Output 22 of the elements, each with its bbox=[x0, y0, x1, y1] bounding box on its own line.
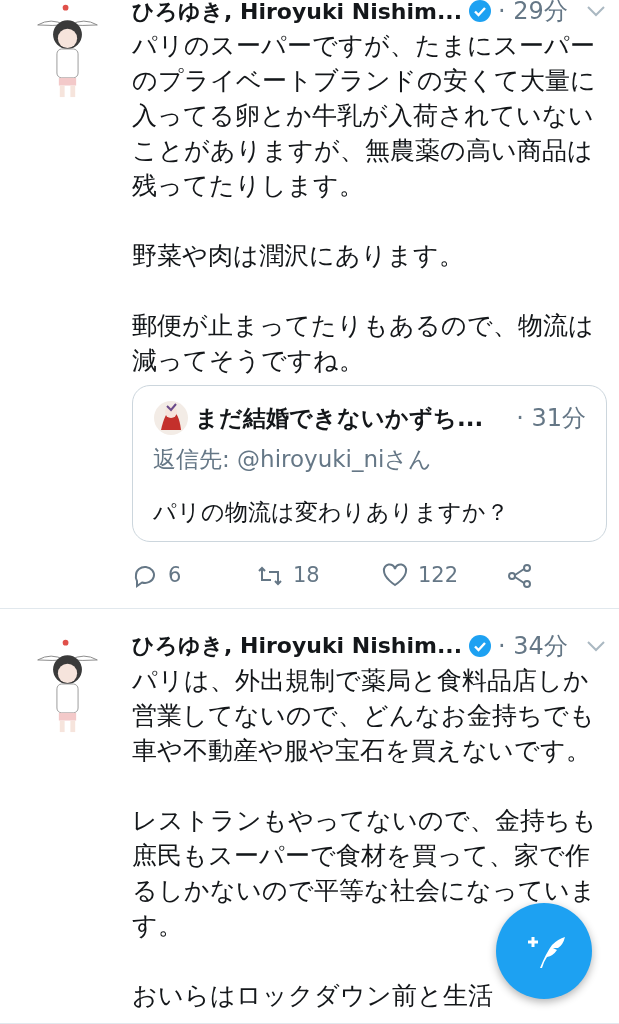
reply-to-text: 返信先: @hiroyuki_niさん bbox=[153, 445, 434, 474]
retweet-button[interactable]: 18 bbox=[257, 560, 382, 592]
tweet-text: 野菜や肉は潤沢にあります。 bbox=[132, 240, 465, 272]
timestamp: · 34分 bbox=[498, 630, 568, 662]
tweet-text: おいらはロックダウン前と生活 bbox=[132, 979, 494, 1012]
avatar-drawing[interactable] bbox=[153, 400, 189, 436]
tweet-text: パリのスーパーですが、たまにスーパーのプライベートブランドの安くて大量に入ってる卵とか牛乳が入荷されていないことがありますが、無農薬の高い商品は残ってたりします。 bbox=[132, 30, 597, 202]
timestamp: · 29分 bbox=[498, 0, 568, 27]
reply-button[interactable]: 6 bbox=[132, 560, 257, 592]
like-button[interactable]: 122 bbox=[382, 560, 507, 592]
share-icon[interactable] bbox=[507, 562, 533, 589]
author-name[interactable]: ひろゆき, Hiroyuki Nishim... bbox=[132, 629, 462, 662]
compose-button[interactable] bbox=[496, 903, 592, 999]
author-name[interactable]: まだ結婚できないかずち... bbox=[195, 400, 484, 436]
quoted-text: パリの物流は変わりありますか？ bbox=[153, 497, 510, 527]
tweet-text: パリは、外出規制で薬局と食料品店しか営業してないので、どんなお金持ちでも車や不動産や服や宝石を買えないです。 bbox=[132, 664, 596, 767]
heart-icon bbox=[382, 562, 408, 589]
timestamp: · 31分 bbox=[516, 403, 586, 434]
tweet-text: 郵便が止まってたりもあるので、物流は減ってそうですね。 bbox=[132, 310, 595, 377]
author-name[interactable]: ひろゆき, Hiroyuki Nishim... bbox=[132, 0, 462, 28]
tweet-text: レストランもやってないので、金持ちも庶民もスーパーで食材を買って、家で作るしかないので平等な社会になっています。 bbox=[132, 804, 598, 942]
quoted-tweet-card[interactable]: まだ結婚できないかずち... · 31分 返信先: @hiroyuki_niさん パリの物流は変わりありますか？ bbox=[132, 385, 607, 542]
